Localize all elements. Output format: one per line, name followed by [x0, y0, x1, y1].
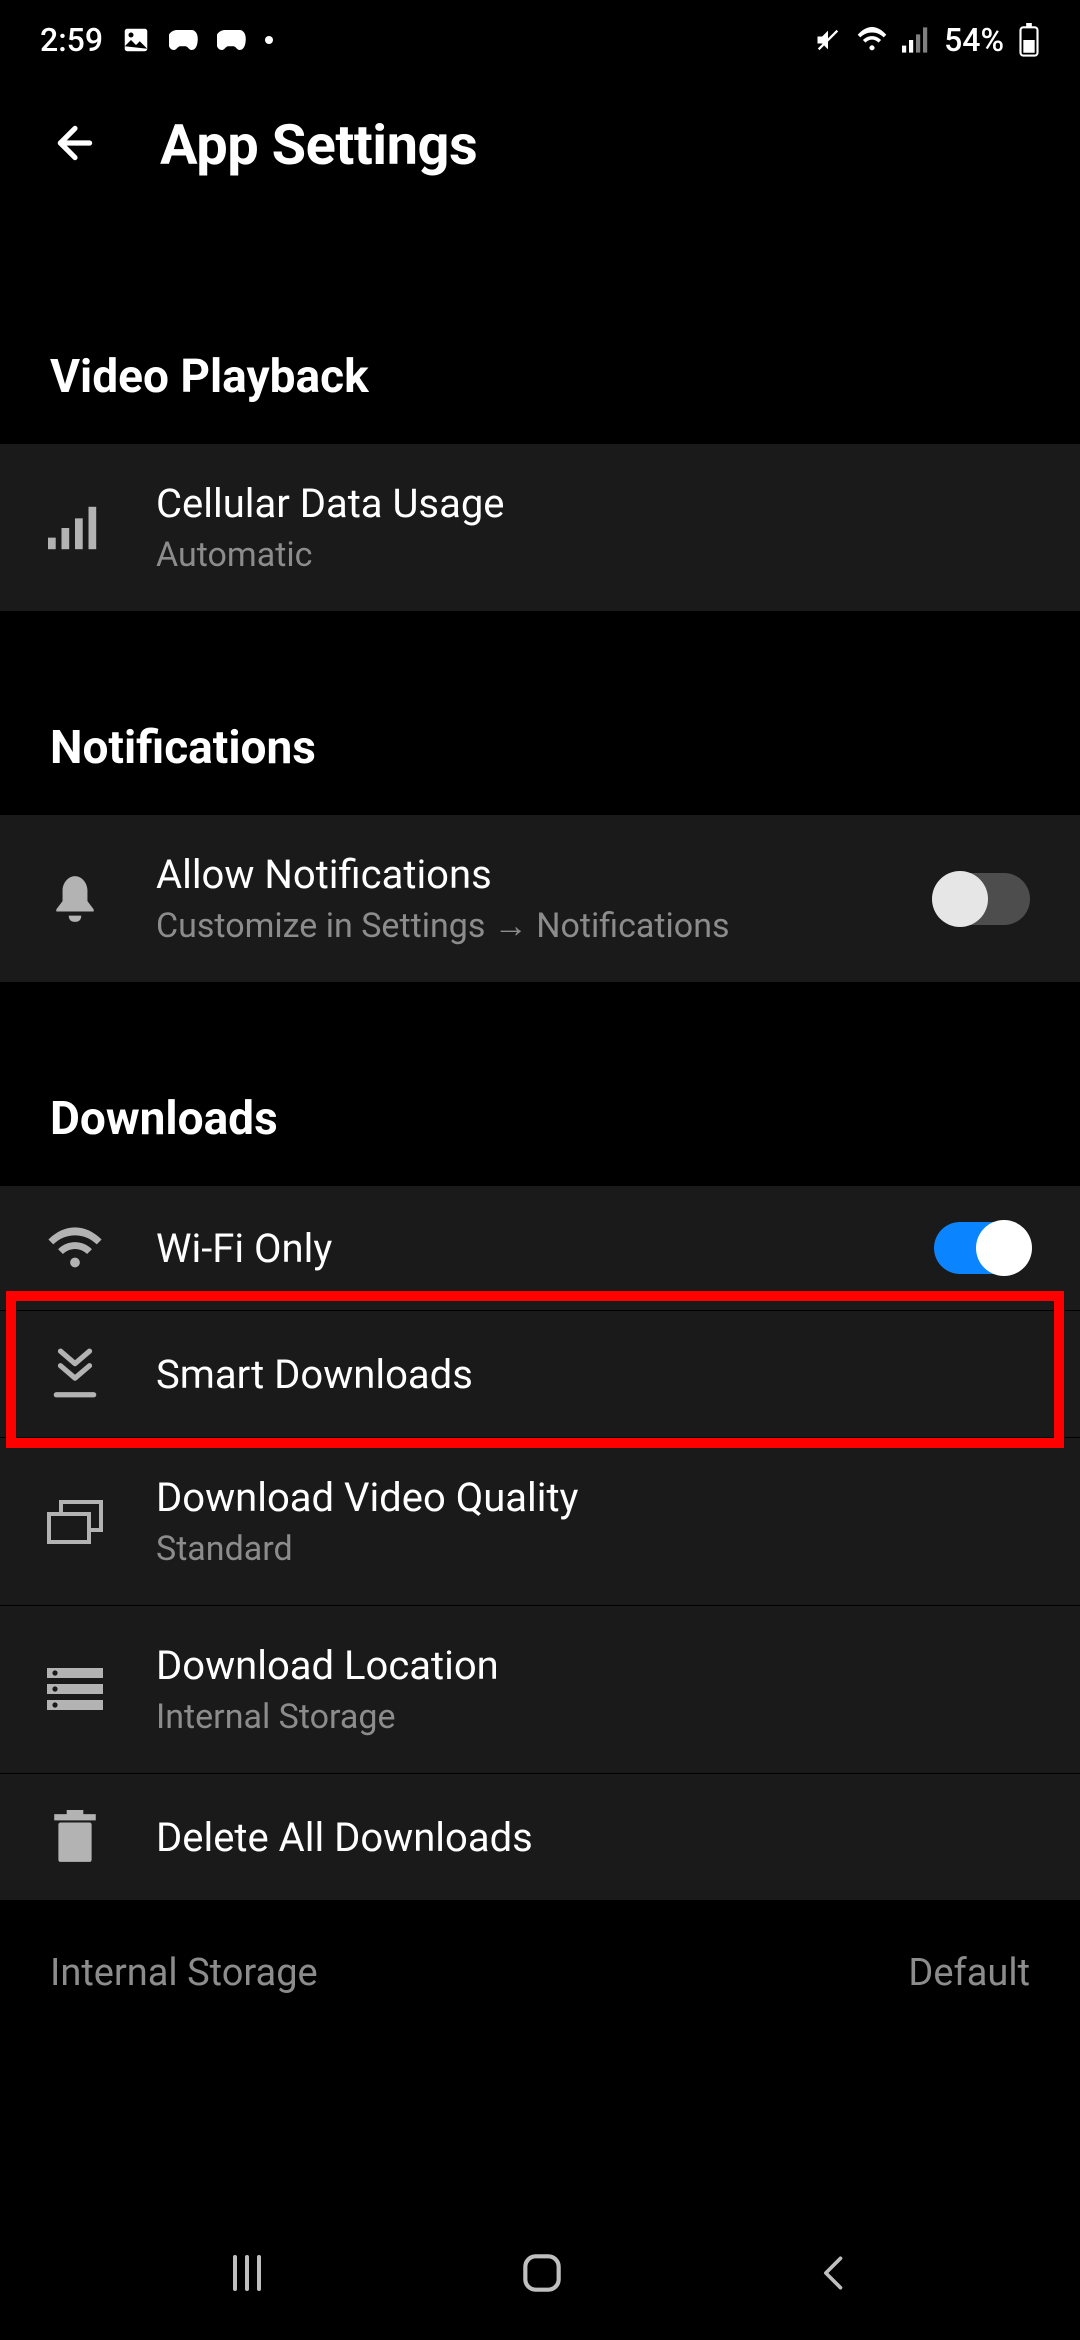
row-wifi-only[interactable]: Wi-Fi Only	[0, 1186, 1080, 1311]
controller-icon-2	[217, 29, 247, 51]
status-dot	[265, 36, 273, 44]
wifi-icon	[856, 27, 888, 53]
signal-icon	[902, 27, 930, 53]
row-allow-notifications[interactable]: Allow Notifications Customize in Setting…	[0, 815, 1080, 982]
quality-sub: Standard	[156, 1529, 1040, 1569]
status-battery-text: 54%	[944, 21, 1004, 59]
wifi-only-toggle[interactable]	[934, 1222, 1030, 1274]
battery-icon	[1018, 23, 1040, 57]
app-bar: App Settings	[0, 80, 1080, 210]
storage-label: Internal Storage	[50, 1951, 318, 1995]
picture-icon	[121, 25, 151, 55]
nav-bar	[0, 2210, 1080, 2340]
row-internal-storage: Internal Storage Default	[0, 1901, 1080, 1995]
trash-icon	[40, 1810, 110, 1864]
bell-icon	[40, 872, 110, 926]
smart-downloads-icon	[40, 1347, 110, 1401]
status-right: 54%	[814, 21, 1040, 59]
allow-notifications-toggle[interactable]	[934, 873, 1030, 925]
status-time: 2:59	[40, 21, 103, 59]
wifi-only-title: Wi-Fi Only	[156, 1225, 888, 1272]
back-button[interactable]	[50, 118, 100, 172]
page-title: App Settings	[160, 112, 477, 178]
home-button[interactable]	[517, 2248, 567, 2302]
row-smart-downloads[interactable]: Smart Downloads	[0, 1311, 1080, 1438]
allow-notif-title: Allow Notifications	[156, 851, 888, 898]
cellular-title: Cellular Data Usage	[156, 480, 1040, 527]
location-title: Download Location	[156, 1642, 1040, 1689]
back-nav-button[interactable]	[813, 2251, 857, 2299]
row-download-location[interactable]: Download Location Internal Storage	[0, 1606, 1080, 1774]
row-download-quality[interactable]: Download Video Quality Standard	[0, 1438, 1080, 1606]
delete-all-title: Delete All Downloads	[156, 1814, 1040, 1861]
allow-notif-sub: Customize in Settings → Notifications	[156, 906, 888, 946]
section-header-video-playback: Video Playback	[0, 210, 1080, 444]
fade-overlay	[0, 2150, 1080, 2210]
section-header-downloads: Downloads	[0, 982, 1080, 1186]
cellular-sub: Automatic	[156, 535, 1040, 575]
status-left: 2:59	[40, 21, 273, 59]
quality-icon	[40, 1500, 110, 1544]
controller-icon	[169, 29, 199, 51]
storage-icon	[40, 1668, 110, 1712]
storage-value: Default	[908, 1951, 1030, 1995]
section-header-notifications: Notifications	[0, 611, 1080, 815]
row-cellular-data[interactable]: Cellular Data Usage Automatic	[0, 444, 1080, 611]
wifi-icon-row	[40, 1226, 110, 1270]
signal-bars-icon	[40, 506, 110, 550]
smart-downloads-title: Smart Downloads	[156, 1351, 1040, 1398]
location-sub: Internal Storage	[156, 1697, 1040, 1737]
mute-icon	[814, 26, 842, 54]
recents-button[interactable]	[223, 2249, 271, 2301]
status-bar: 2:59 54%	[0, 0, 1080, 80]
row-delete-all[interactable]: Delete All Downloads	[0, 1774, 1080, 1901]
quality-title: Download Video Quality	[156, 1474, 1040, 1521]
